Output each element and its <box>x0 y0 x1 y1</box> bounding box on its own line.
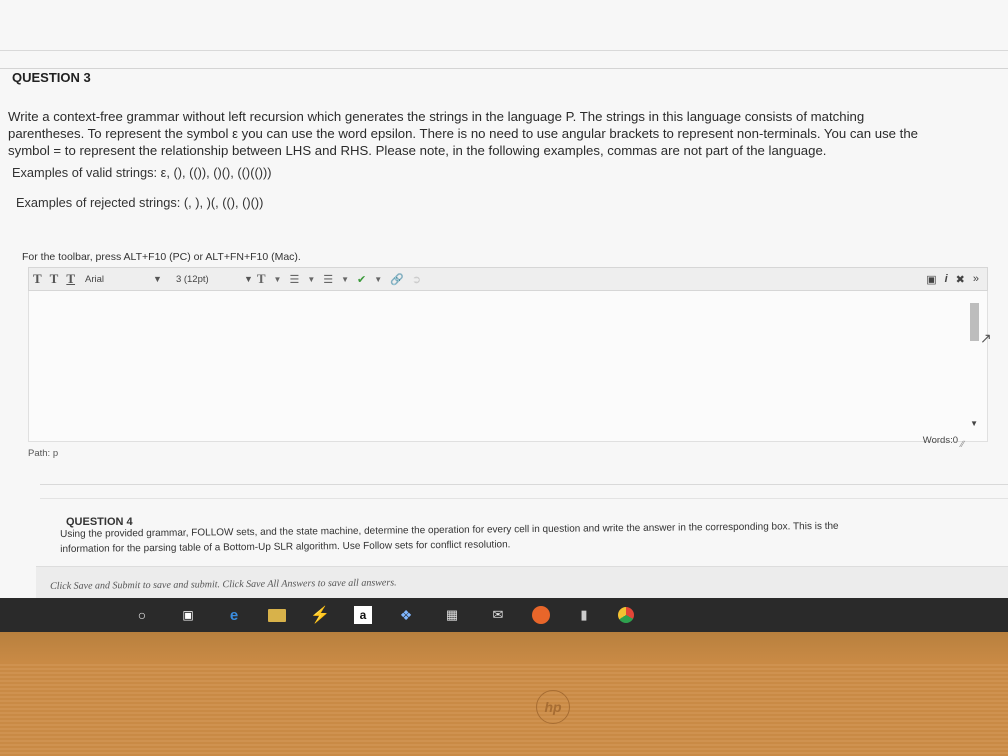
question-3-title: QUESTION 3 <box>12 70 91 85</box>
font-family-select[interactable]: Arial ▼ <box>85 274 162 285</box>
answer-editor: For the toolbar, press ALT+F10 (PC) or A… <box>22 249 988 465</box>
edge-browser-icon[interactable]: e <box>222 604 246 626</box>
text-format-icon[interactable]: T <box>50 271 59 287</box>
text-color-icon[interactable]: T <box>257 271 266 287</box>
preview-icon[interactable]: ▣ <box>926 273 936 286</box>
file-explorer-icon[interactable] <box>268 608 286 622</box>
underline-icon[interactable]: T <box>66 271 75 287</box>
mouse-cursor-icon: ↗ <box>980 330 992 346</box>
spellcheck-icon[interactable]: ✔ <box>357 273 366 286</box>
question-3-line: symbol = to represent the relationship b… <box>8 143 827 158</box>
chevron-down-icon[interactable]: ▼ <box>374 275 382 284</box>
divider <box>40 498 1008 499</box>
submit-bar: Click Save and Submit to save and submit… <box>36 566 1008 601</box>
question-4-text: Using the provided grammar, FOLLOW sets,… <box>60 517 990 557</box>
scrollbar-thumb[interactable] <box>970 303 979 341</box>
chrome-icon[interactable] <box>618 607 634 623</box>
bolt-app-icon[interactable]: ⚡ <box>308 604 332 626</box>
firefox-icon[interactable] <box>532 606 550 624</box>
chevron-down-icon: ▼ <box>243 274 253 284</box>
store-icon[interactable]: ▦ <box>440 604 464 626</box>
divider <box>40 484 1008 485</box>
bullet-list-icon[interactable]: ☰ <box>289 273 299 286</box>
text-format-icon[interactable]: T <box>33 271 42 287</box>
question-3-line: Write a context-free grammar without lef… <box>8 109 865 124</box>
chevron-down-icon[interactable]: ▼ <box>307 275 315 284</box>
hp-logo: hp <box>536 690 570 724</box>
scroll-down-icon[interactable]: ▼ <box>970 419 978 428</box>
windows-taskbar: ○ ▣ e ⚡ a ❖ ▦ ✉ ▮ <box>0 598 1008 632</box>
app-icon[interactable]: ▮ <box>572 604 596 626</box>
editor-toolbar: T T T Arial ▼ 3 (12pt) ▼ T ▼ ☰ ▼ ☰ ▼ ✔ ▼… <box>28 267 988 291</box>
chevron-down-icon[interactable]: ▼ <box>341 275 349 284</box>
unlink-icon[interactable]: ➲ <box>412 273 421 286</box>
chevron-down-icon[interactable]: ▼ <box>274 275 282 284</box>
valid-examples: Examples of valid strings: ε, (), (()), … <box>12 165 272 180</box>
taskbar-icons: ○ ▣ e ⚡ a ❖ ▦ ✉ ▮ <box>130 601 634 629</box>
dropbox-icon[interactable]: ❖ <box>394 604 418 626</box>
word-count: Words:0 <box>922 435 958 446</box>
mail-icon[interactable]: ✉ <box>486 604 510 626</box>
cortana-search-icon[interactable]: ○ <box>130 604 154 626</box>
path-bar: Path: p <box>28 448 59 459</box>
fullscreen-icon[interactable]: ✖ <box>956 273 965 286</box>
amazon-icon[interactable]: a <box>354 606 372 624</box>
font-family-value: Arial <box>85 273 105 285</box>
toolbar-right: ▣ i ✖ » <box>926 273 979 286</box>
font-size-value: 3 (12pt) <box>175 273 209 285</box>
toolbar-hint: For the toolbar, press ALT+F10 (PC) or A… <box>22 251 301 263</box>
info-icon[interactable]: i <box>945 273 948 286</box>
chevron-down-icon: ▼ <box>153 274 162 284</box>
expand-toolbar-icon[interactable]: » <box>973 273 979 286</box>
answer-textarea[interactable]: ▼ <box>28 291 988 442</box>
link-icon[interactable]: 🔗 <box>390 273 404 286</box>
monitor-bezel-edge <box>0 632 1008 662</box>
font-size-select[interactable]: 3 (12pt) ▼ <box>176 274 253 285</box>
question-3-line: parentheses. To represent the symbol ε y… <box>8 126 919 141</box>
task-view-icon[interactable]: ▣ <box>176 604 200 626</box>
numbered-list-icon[interactable]: ☰ <box>323 273 333 286</box>
question-3-text: Write a context-free grammar without lef… <box>8 108 1003 159</box>
top-divider <box>0 50 1008 51</box>
screen: QUESTION 3 Write a context-free grammar … <box>0 0 1008 601</box>
submit-instructions: Click Save and Submit to save and submit… <box>50 577 397 592</box>
rejected-examples: Examples of rejected strings: (, ), )(, … <box>16 195 264 210</box>
